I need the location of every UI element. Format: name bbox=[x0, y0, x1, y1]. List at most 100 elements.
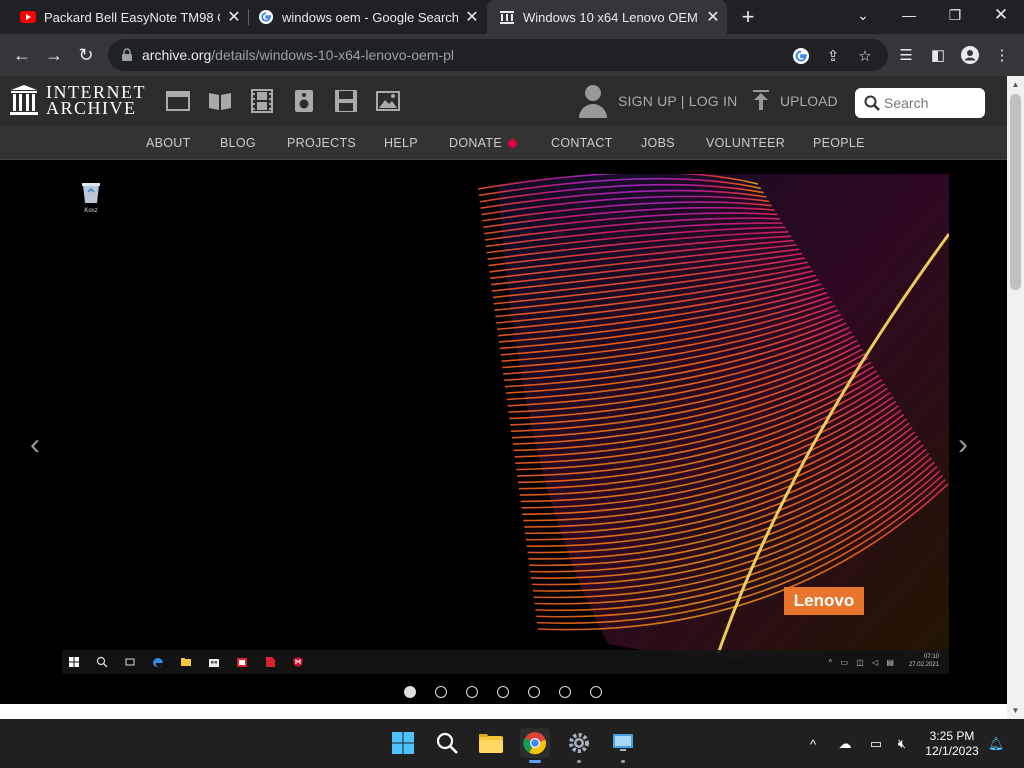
new-tab-button[interactable]: + bbox=[738, 6, 758, 28]
carousel-dot[interactable] bbox=[404, 686, 416, 698]
audio-speaker-icon[interactable] bbox=[292, 89, 316, 113]
network-icon[interactable]: ▭ bbox=[867, 735, 885, 753]
nav-blog[interactable]: BLOG bbox=[220, 136, 256, 150]
nav-contact[interactable]: CONTACT bbox=[551, 136, 613, 150]
running-app-indicator bbox=[577, 760, 581, 763]
film-icon[interactable] bbox=[250, 89, 274, 113]
nav-about[interactable]: ABOUT bbox=[146, 136, 191, 150]
book-icon[interactable] bbox=[208, 89, 232, 113]
chrome-button[interactable] bbox=[520, 728, 550, 763]
close-icon[interactable]: ✕ bbox=[705, 9, 721, 26]
minimize-button[interactable]: — bbox=[886, 0, 932, 30]
url-text: archive.org/details/windows-10-x64-lenov… bbox=[142, 47, 454, 63]
carousel-dot[interactable] bbox=[590, 686, 602, 698]
browser-toolbar: ← → ↻ archive.org/details/windows-10-x64… bbox=[0, 34, 1024, 76]
carousel-next-chevron-icon[interactable]: › bbox=[958, 430, 978, 460]
volume-muted-icon[interactable]: 🔇︎ bbox=[893, 735, 911, 753]
carousel-slide-image: Kosz Lenovo ^ ▭ ◫ ◁ ▤ 07:10 27.02.2021 bbox=[62, 174, 949, 674]
remote-desktop-button[interactable] bbox=[608, 728, 638, 763]
close-icon[interactable]: ✕ bbox=[464, 9, 480, 26]
search-icon bbox=[96, 656, 108, 668]
tab-search-chevron-icon[interactable]: ⌄ bbox=[840, 0, 886, 30]
web-icon[interactable] bbox=[166, 89, 190, 113]
start-button[interactable] bbox=[388, 728, 418, 758]
address-bar[interactable]: archive.org/details/windows-10-x64-lenov… bbox=[108, 39, 888, 71]
forward-button[interactable]: → bbox=[42, 43, 66, 67]
logo-line2: ARCHIVE bbox=[46, 98, 137, 118]
upload-icon[interactable] bbox=[750, 90, 772, 112]
carousel-dot[interactable] bbox=[528, 686, 540, 698]
url-path: /details/windows-10-x64-lenovo-oem-pl bbox=[211, 47, 455, 63]
carousel-prev-chevron-icon[interactable]: ‹ bbox=[30, 430, 50, 460]
back-button[interactable]: ← bbox=[10, 43, 34, 67]
file-explorer-button[interactable] bbox=[476, 728, 506, 758]
carousel-dot[interactable] bbox=[497, 686, 509, 698]
logo-text: INTERNET ARCHIVE bbox=[46, 83, 146, 118]
gear-icon bbox=[569, 733, 589, 753]
carousel-dot[interactable] bbox=[435, 686, 447, 698]
tab-separator bbox=[248, 9, 249, 25]
nav-donate[interactable]: DONATE bbox=[449, 136, 517, 150]
nav-projects[interactable]: PROJECTS bbox=[287, 136, 356, 150]
clock-time: 3:25 PM bbox=[929, 729, 975, 743]
tab-google-search[interactable]: windows oem - Google Search ✕ bbox=[252, 0, 484, 34]
close-icon[interactable]: ✕ bbox=[226, 9, 242, 26]
internet-archive-icon bbox=[500, 11, 514, 24]
tab-packard-bell[interactable]: Packard Bell EasyNote TM98 OEM ✕ bbox=[14, 0, 246, 34]
nav-volunteer[interactable]: VOLUNTEER bbox=[706, 136, 785, 150]
win10-tray-icons: ^ ▭ ◫ ◁ ▤ bbox=[828, 658, 897, 667]
remote-desktop-icon bbox=[613, 734, 633, 751]
share-icon[interactable]: ⇪ bbox=[824, 47, 842, 65]
url-host: archive.org bbox=[142, 47, 212, 63]
windows-start-icon bbox=[69, 657, 79, 667]
google-icon bbox=[259, 10, 273, 24]
mail-icon bbox=[237, 658, 247, 667]
image-carousel: Kosz Lenovo ^ ▭ ◫ ◁ ▤ 07:10 27.02.2021 ‹ bbox=[0, 160, 1007, 700]
carousel-dot[interactable] bbox=[559, 686, 571, 698]
nav-help[interactable]: HELP bbox=[384, 136, 418, 150]
tab-lenovo-oem[interactable]: Windows 10 x64 Lenovo OEM PL ✕ bbox=[487, 0, 727, 34]
store-icon bbox=[209, 659, 219, 667]
scroll-up-arrow-icon[interactable]: ▲ bbox=[1011, 80, 1020, 89]
reading-list-icon[interactable]: ☰ bbox=[896, 45, 916, 65]
ia-logo[interactable]: INTERNET ARCHIVE bbox=[10, 83, 146, 118]
menu-kebab-icon[interactable]: ⋮ bbox=[992, 45, 1012, 65]
nav-jobs[interactable]: JOBS bbox=[641, 136, 675, 150]
windows-logo-icon bbox=[392, 732, 414, 754]
close-window-button[interactable]: ✕ bbox=[978, 0, 1024, 30]
windows-taskbar: ^ ☁ ▭ 🔇︎ 3:25 PM 12/1/2023 🔔︎ bbox=[0, 719, 1024, 768]
scroll-thumb[interactable] bbox=[1010, 94, 1021, 290]
images-icon[interactable] bbox=[376, 89, 400, 113]
nav-donate-label: DONATE bbox=[449, 136, 502, 150]
settings-button[interactable] bbox=[564, 728, 594, 763]
page-lower-section bbox=[0, 704, 1007, 719]
software-floppy-icon[interactable] bbox=[334, 89, 358, 113]
show-hidden-icons-chevron-icon[interactable]: ^ bbox=[804, 735, 822, 753]
upload-link[interactable]: UPLOAD bbox=[780, 93, 838, 109]
scroll-down-arrow-icon[interactable]: ▼ bbox=[1011, 706, 1020, 715]
ia-search-box[interactable] bbox=[855, 88, 985, 118]
notification-bell-icon[interactable]: 🔔︎ bbox=[987, 735, 1005, 753]
lenovo-logo: Lenovo bbox=[784, 587, 864, 615]
taskbar-clock[interactable]: 3:25 PM 12/1/2023 bbox=[920, 729, 984, 759]
nav-people[interactable]: PEOPLE bbox=[813, 136, 865, 150]
restore-button[interactable]: ❐ bbox=[932, 0, 978, 30]
side-panel-icon[interactable]: ◧ bbox=[928, 45, 948, 65]
win10-date: 27.02.2021 bbox=[908, 662, 939, 668]
active-app-indicator bbox=[529, 760, 541, 763]
bookmark-star-icon[interactable]: ☆ bbox=[856, 47, 874, 65]
signup-login-link[interactable]: SIGN UP | LOG IN bbox=[618, 93, 737, 109]
google-lens-icon[interactable] bbox=[792, 47, 810, 65]
taskbar-search-button[interactable] bbox=[432, 728, 462, 758]
recycle-bin-icon[interactable] bbox=[80, 180, 102, 204]
search-input[interactable] bbox=[884, 95, 974, 111]
tab-title: windows oem - Google Search bbox=[282, 9, 458, 25]
win10-time: 07:10 bbox=[923, 654, 939, 660]
onedrive-icon[interactable]: ☁ bbox=[836, 735, 854, 753]
user-icon[interactable] bbox=[579, 84, 607, 118]
carousel-dot[interactable] bbox=[466, 686, 478, 698]
feather-wallpaper bbox=[458, 174, 949, 674]
reload-button[interactable]: ↻ bbox=[74, 43, 98, 67]
profile-icon[interactable] bbox=[960, 45, 980, 65]
page-scrollbar[interactable]: ▲ ▼ bbox=[1007, 76, 1024, 719]
